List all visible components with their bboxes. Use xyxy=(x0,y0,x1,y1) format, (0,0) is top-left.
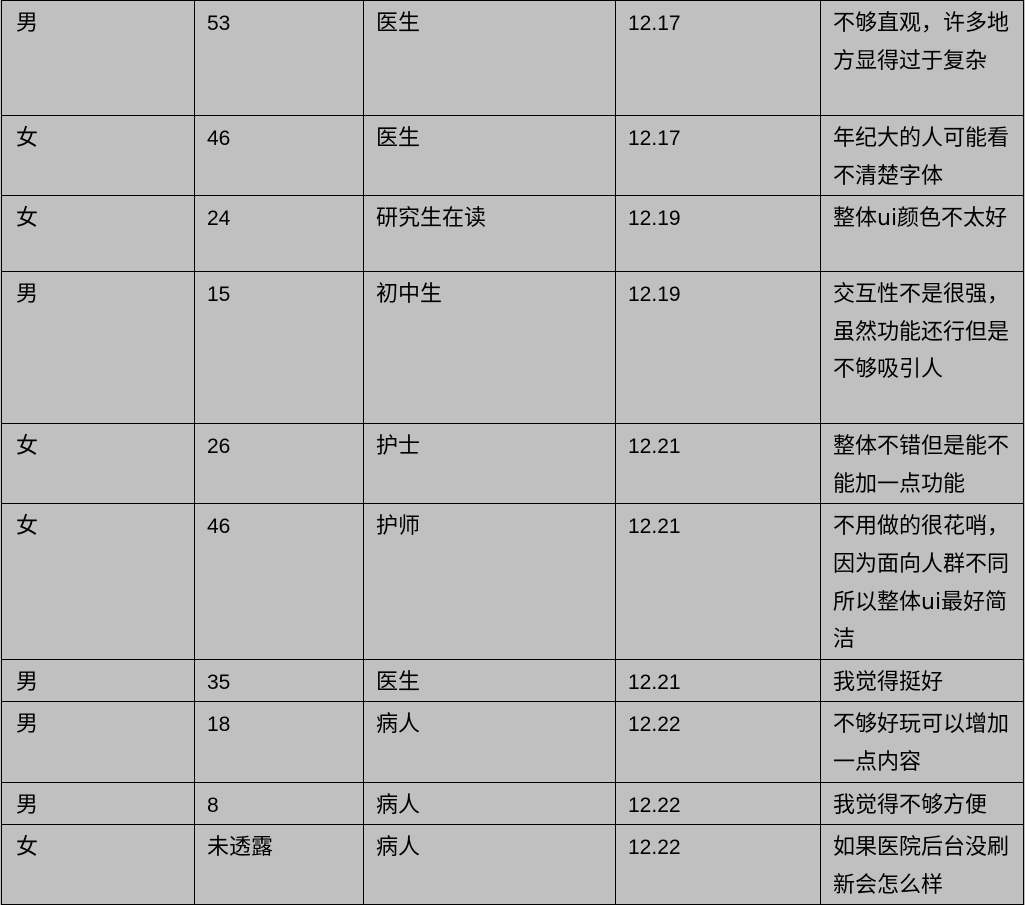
table-row: 男 18 病人 12.22 不够好玩可以增加一点内容 xyxy=(1,701,1024,783)
gender-cell: 女 xyxy=(1,195,195,273)
age-cell: 46 xyxy=(194,114,364,197)
table-row: 男 15 初中生 12.19 交互性不是很强，虽然功能还行但是不够吸引人 xyxy=(1,271,1024,425)
date-cell: 12.21 xyxy=(615,503,821,660)
comment-cell: 我觉得不够方便 xyxy=(820,781,1024,826)
comment-cell: 如果医院后台没刷新会怎么样 xyxy=(820,824,1024,905)
age-cell: 18 xyxy=(194,701,364,783)
table-row: 女 26 护士 12.21 整体不错但是能不能加一点功能 xyxy=(1,423,1024,505)
gender-cell: 女 xyxy=(1,114,195,197)
gender-cell: 男 xyxy=(1,271,195,425)
date-cell: 12.21 xyxy=(615,423,821,505)
occupation-cell: 护士 xyxy=(363,423,616,505)
comment-cell: 不够好玩可以增加一点内容 xyxy=(820,701,1024,783)
occupation-cell: 医生 xyxy=(363,0,616,116)
table-row: 男 53 医生 12.17 不够直观，许多地方显得过于复杂 xyxy=(1,0,1024,116)
comment-cell: 整体ui颜色不太好 xyxy=(820,195,1024,273)
date-cell: 12.22 xyxy=(615,781,821,826)
gender-cell: 男 xyxy=(1,701,195,783)
occupation-cell: 医生 xyxy=(363,114,616,197)
gender-cell: 男 xyxy=(1,0,195,116)
occupation-cell: 初中生 xyxy=(363,271,616,425)
age-cell: 8 xyxy=(194,781,364,826)
occupation-cell: 病人 xyxy=(363,781,616,826)
date-cell: 12.19 xyxy=(615,195,821,273)
comment-cell: 交互性不是很强，虽然功能还行但是不够吸引人 xyxy=(820,271,1024,425)
comment-cell: 不用做的很花哨，因为面向人群不同所以整体ui最好简洁 xyxy=(820,503,1024,660)
comment-cell: 年纪大的人可能看不清楚字体 xyxy=(820,114,1024,197)
table-row: 男 35 医生 12.21 我觉得挺好 xyxy=(1,658,1024,703)
age-cell: 46 xyxy=(194,503,364,660)
occupation-cell: 研究生在读 xyxy=(363,195,616,273)
date-cell: 12.21 xyxy=(615,658,821,703)
age-cell: 26 xyxy=(194,423,364,505)
table-row: 女 未透露 病人 12.22 如果医院后台没刷新会怎么样 xyxy=(1,824,1024,905)
date-cell: 12.22 xyxy=(615,824,821,905)
comment-cell: 我觉得挺好 xyxy=(820,658,1024,703)
gender-cell: 女 xyxy=(1,503,195,660)
date-cell: 12.17 xyxy=(615,114,821,197)
age-cell: 15 xyxy=(194,271,364,425)
comment-cell: 不够直观，许多地方显得过于复杂 xyxy=(820,0,1024,116)
table-row: 女 46 护师 12.21 不用做的很花哨，因为面向人群不同所以整体ui最好简洁 xyxy=(1,503,1024,660)
date-cell: 12.22 xyxy=(615,701,821,783)
age-cell: 未透露 xyxy=(194,824,364,905)
survey-table: 男 53 医生 12.17 不够直观，许多地方显得过于复杂 女 46 医生 12… xyxy=(1,0,1024,905)
table-row: 男 8 病人 12.22 我觉得不够方便 xyxy=(1,781,1024,826)
gender-cell: 男 xyxy=(1,658,195,703)
occupation-cell: 护师 xyxy=(363,503,616,660)
gender-cell: 女 xyxy=(1,824,195,905)
age-cell: 35 xyxy=(194,658,364,703)
gender-cell: 男 xyxy=(1,781,195,826)
gender-cell: 女 xyxy=(1,423,195,505)
age-cell: 24 xyxy=(194,195,364,273)
age-cell: 53 xyxy=(194,0,364,116)
date-cell: 12.19 xyxy=(615,271,821,425)
occupation-cell: 病人 xyxy=(363,701,616,783)
comment-cell: 整体不错但是能不能加一点功能 xyxy=(820,423,1024,505)
date-cell: 12.17 xyxy=(615,0,821,116)
occupation-cell: 医生 xyxy=(363,658,616,703)
survey-table-body: 男 53 医生 12.17 不够直观，许多地方显得过于复杂 女 46 医生 12… xyxy=(1,0,1024,905)
occupation-cell: 病人 xyxy=(363,824,616,905)
table-row: 女 46 医生 12.17 年纪大的人可能看不清楚字体 xyxy=(1,114,1024,197)
table-row: 女 24 研究生在读 12.19 整体ui颜色不太好 xyxy=(1,195,1024,273)
